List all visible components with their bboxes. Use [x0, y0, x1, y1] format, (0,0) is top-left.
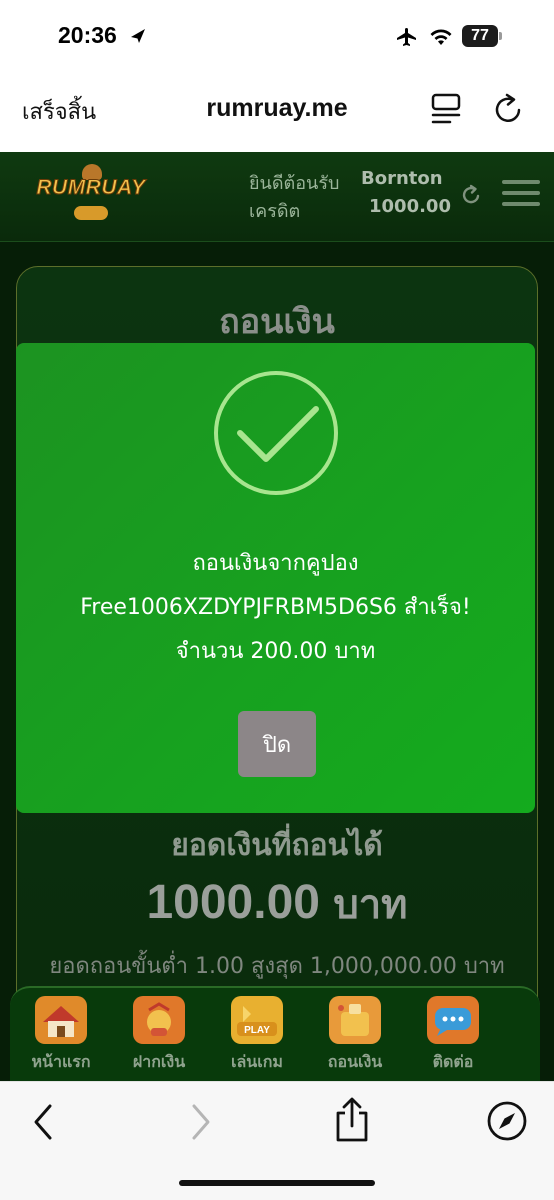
username: Bornton: [361, 168, 443, 189]
nav-item-play[interactable]: PLAY เล่นเกม: [212, 994, 302, 1075]
modal-message-line1: ถอนเงินจากคูปอง: [192, 551, 359, 576]
modal-message-line3: จำนวน 200.00 บาท: [175, 639, 376, 664]
close-button[interactable]: ปิด: [238, 711, 316, 777]
status-bar: 20:36 77: [0, 0, 554, 74]
nav-item-contact[interactable]: ติดต่อ: [408, 994, 498, 1075]
refresh-credit-icon[interactable]: [460, 184, 482, 206]
credit-value: 1000.00: [369, 196, 451, 217]
withdraw-icon: [327, 994, 383, 1046]
forward-icon[interactable]: [188, 1102, 214, 1142]
credit-label: เครดิต: [249, 201, 301, 222]
success-modal: ถอนเงินจากคูปอง Free1006XZDYPJFRBM5D6S6 …: [16, 343, 535, 813]
browser-top-bar: เสร็จสิ้น rumruay.me: [0, 74, 554, 152]
reload-icon[interactable]: [492, 92, 526, 126]
bottom-nav: หน้าแรก ฝากเงิน PLAY เล่นเกม ถอนเงิน ติด…: [10, 986, 540, 1081]
airplane-mode-icon: [397, 28, 416, 46]
home-indicator: [179, 1180, 375, 1186]
nav-item-home[interactable]: หน้าแรก: [16, 994, 106, 1075]
url-label[interactable]: rumruay.me: [0, 94, 554, 123]
nav-item-withdraw[interactable]: ถอนเงิน: [310, 994, 400, 1075]
hamburger-menu-icon[interactable]: [502, 180, 540, 210]
back-icon[interactable]: [30, 1102, 56, 1142]
card-title: ถอนเงิน: [219, 302, 335, 342]
nav-label-contact: ติดต่อ: [432, 1052, 474, 1071]
balance-amount-value: 1000.00: [146, 876, 320, 929]
balance-label: ยอดเงินที่ถอนได้: [171, 828, 383, 863]
deposit-icon: [131, 994, 187, 1046]
nav-label-play: เล่นเกม: [231, 1052, 283, 1071]
modal-message-line2: Free1006XZDYPJFRBM5D6S6 สำเร็จ!: [80, 595, 471, 620]
compass-icon[interactable]: [486, 1100, 528, 1142]
reader-mode-icon[interactable]: [430, 92, 462, 126]
success-check-icon: [214, 371, 338, 495]
share-icon[interactable]: [332, 1096, 372, 1144]
play-badge: PLAY: [244, 1025, 270, 1036]
nav-label-home: หน้าแรก: [31, 1052, 91, 1071]
rumruay-logo[interactable]: RUMRUAY: [26, 164, 156, 226]
battery-tip: [499, 32, 502, 40]
withdraw-limit-text: ยอดถอนขั้นต่ำ 1.00 สูงสุด 1,000,000.00 บ…: [49, 954, 505, 979]
welcome-label: ยินดีต้อนรับ: [249, 173, 340, 194]
play-icon: PLAY: [229, 994, 285, 1046]
logo-text: RUMRUAY: [36, 176, 146, 200]
logo-badge: [74, 206, 108, 220]
wifi-icon: [430, 29, 452, 45]
site-header: RUMRUAY ยินดีต้อนรับ Bornton เครดิต 1000…: [0, 152, 554, 242]
chat-icon: [425, 994, 481, 1046]
location-arrow-icon: [131, 29, 145, 43]
battery-indicator: 77: [462, 25, 498, 47]
status-time: 20:36: [58, 22, 117, 48]
nav-label-withdraw: ถอนเงิน: [327, 1052, 383, 1071]
nav-item-deposit[interactable]: ฝากเงิน: [114, 994, 204, 1075]
balance-amount-unit: บาท: [333, 883, 408, 927]
home-icon: [33, 994, 89, 1046]
nav-label-deposit: ฝากเงิน: [132, 1052, 186, 1071]
balance-amount: 1000.00 บาท: [0, 872, 554, 936]
